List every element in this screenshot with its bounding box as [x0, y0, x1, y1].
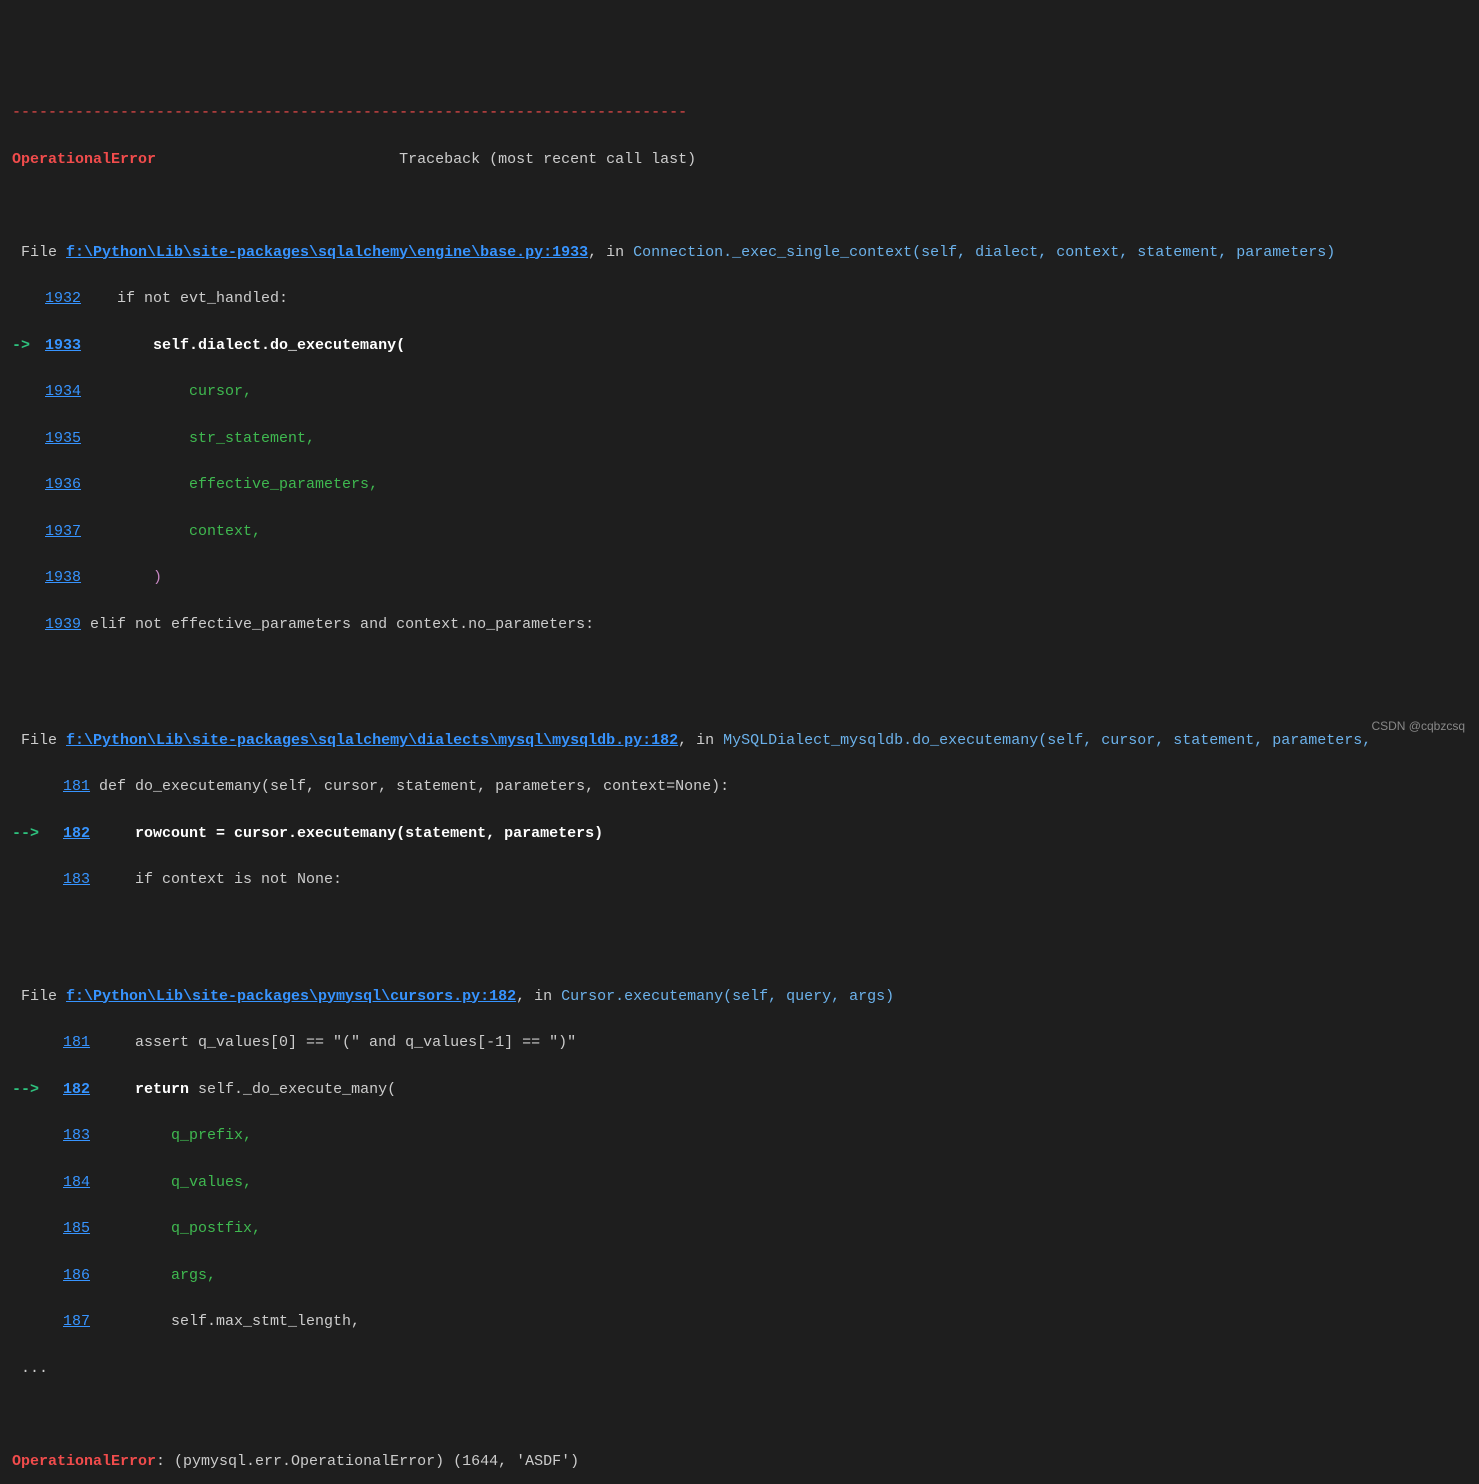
separator-dashes: ----------------------------------------… [12, 104, 687, 121]
line-number[interactable]: 181 [48, 775, 90, 798]
arrow-gutter: -> [12, 337, 39, 354]
line-number[interactable]: 186 [48, 1264, 90, 1287]
line-number[interactable]: 1937 [39, 520, 81, 543]
line-number[interactable]: 183 [48, 868, 90, 891]
line-number[interactable]: 184 [48, 1171, 90, 1194]
line-number[interactable]: 1932 [39, 287, 81, 310]
line-number[interactable]: 182 [48, 822, 90, 845]
file-label: File [12, 244, 66, 261]
line-number[interactable]: 181 [48, 1031, 90, 1054]
spacer [156, 151, 399, 168]
arrow-gutter [12, 1267, 48, 1284]
code-line: assert q_values[0] == "(" and q_values[-… [90, 1034, 576, 1051]
arrow-gutter [12, 871, 48, 888]
code-line: q_prefix, [90, 1127, 252, 1144]
file-label: File [12, 732, 66, 749]
code-line: rowcount = cursor.executemany(statement,… [90, 825, 603, 842]
func-name: Cursor.executemany(self, query, args) [561, 988, 894, 1005]
arrow-gutter [12, 523, 39, 540]
error-title: OperationalError [12, 151, 156, 168]
watermark: CSDN @cqbzcsq [1371, 717, 1465, 736]
code-line: elif not effective_parameters and contex… [81, 616, 594, 633]
arrow-gutter [12, 383, 39, 400]
line-number[interactable]: 1935 [39, 427, 81, 450]
arrow-gutter: --> [12, 1081, 48, 1098]
arrow-gutter [12, 778, 48, 795]
code-line: self.max_stmt_length, [90, 1313, 360, 1330]
code-line: args, [90, 1267, 216, 1284]
line-number[interactable]: 1936 [39, 473, 81, 496]
arrow-gutter [12, 476, 39, 493]
line-number[interactable]: 183 [48, 1124, 90, 1147]
traceback-file-link[interactable]: f:\Python\Lib\site-packages\sqlalchemy\d… [66, 732, 678, 749]
arrow-gutter [12, 569, 39, 586]
code-line: q_values, [90, 1174, 252, 1191]
arrow-gutter [12, 1313, 48, 1330]
code-line: def do_executemany(self, cursor, stateme… [90, 778, 729, 795]
file-label: File [12, 988, 66, 1005]
code-line: ) [81, 569, 162, 586]
line-number[interactable]: 185 [48, 1217, 90, 1240]
final-error-msg: : (pymysql.err.OperationalError) (1644, … [156, 1453, 579, 1470]
line-number[interactable]: 1938 [39, 566, 81, 589]
arrow-gutter [12, 430, 39, 447]
func-name: Connection._exec_single_context(self, di… [633, 244, 1335, 261]
code-line-tail: self._do_execute_many( [189, 1081, 396, 1098]
arrow-gutter [12, 1220, 48, 1237]
ellipsis: ... [12, 1360, 48, 1377]
arrow-gutter [12, 1174, 48, 1191]
code-line: context, [81, 523, 261, 540]
in-label: , in [678, 732, 723, 749]
code-line: effective_parameters, [81, 476, 378, 493]
func-name: MySQLDialect_mysqldb.do_executemany(self… [723, 732, 1371, 749]
line-number[interactable]: 1934 [39, 380, 81, 403]
code-line: if context is not None: [90, 871, 342, 888]
line-number[interactable]: 187 [48, 1310, 90, 1333]
in-label: , in [588, 244, 633, 261]
line-number[interactable]: 1939 [39, 613, 81, 636]
code-line: return [90, 1081, 189, 1098]
arrow-gutter [12, 290, 39, 307]
code-line: q_postfix, [90, 1220, 261, 1237]
arrow-gutter [12, 616, 39, 633]
traceback-file-link[interactable]: f:\Python\Lib\site-packages\sqlalchemy\e… [66, 244, 588, 261]
code-line: str_statement, [81, 430, 315, 447]
traceback-label: Traceback (most recent call last) [399, 151, 696, 168]
code-line: self.dialect.do_executemany( [81, 337, 405, 354]
code-line: cursor, [81, 383, 252, 400]
line-number[interactable]: 1933 [39, 334, 81, 357]
arrow-gutter [12, 1034, 48, 1051]
line-number[interactable]: 182 [48, 1078, 90, 1101]
traceback-file-link[interactable]: f:\Python\Lib\site-packages\pymysql\curs… [66, 988, 516, 1005]
in-label: , in [516, 988, 561, 1005]
arrow-gutter: --> [12, 825, 48, 842]
code-line: if not evt_handled: [81, 290, 288, 307]
final-error-name: OperationalError [12, 1453, 156, 1470]
arrow-gutter [12, 1127, 48, 1144]
